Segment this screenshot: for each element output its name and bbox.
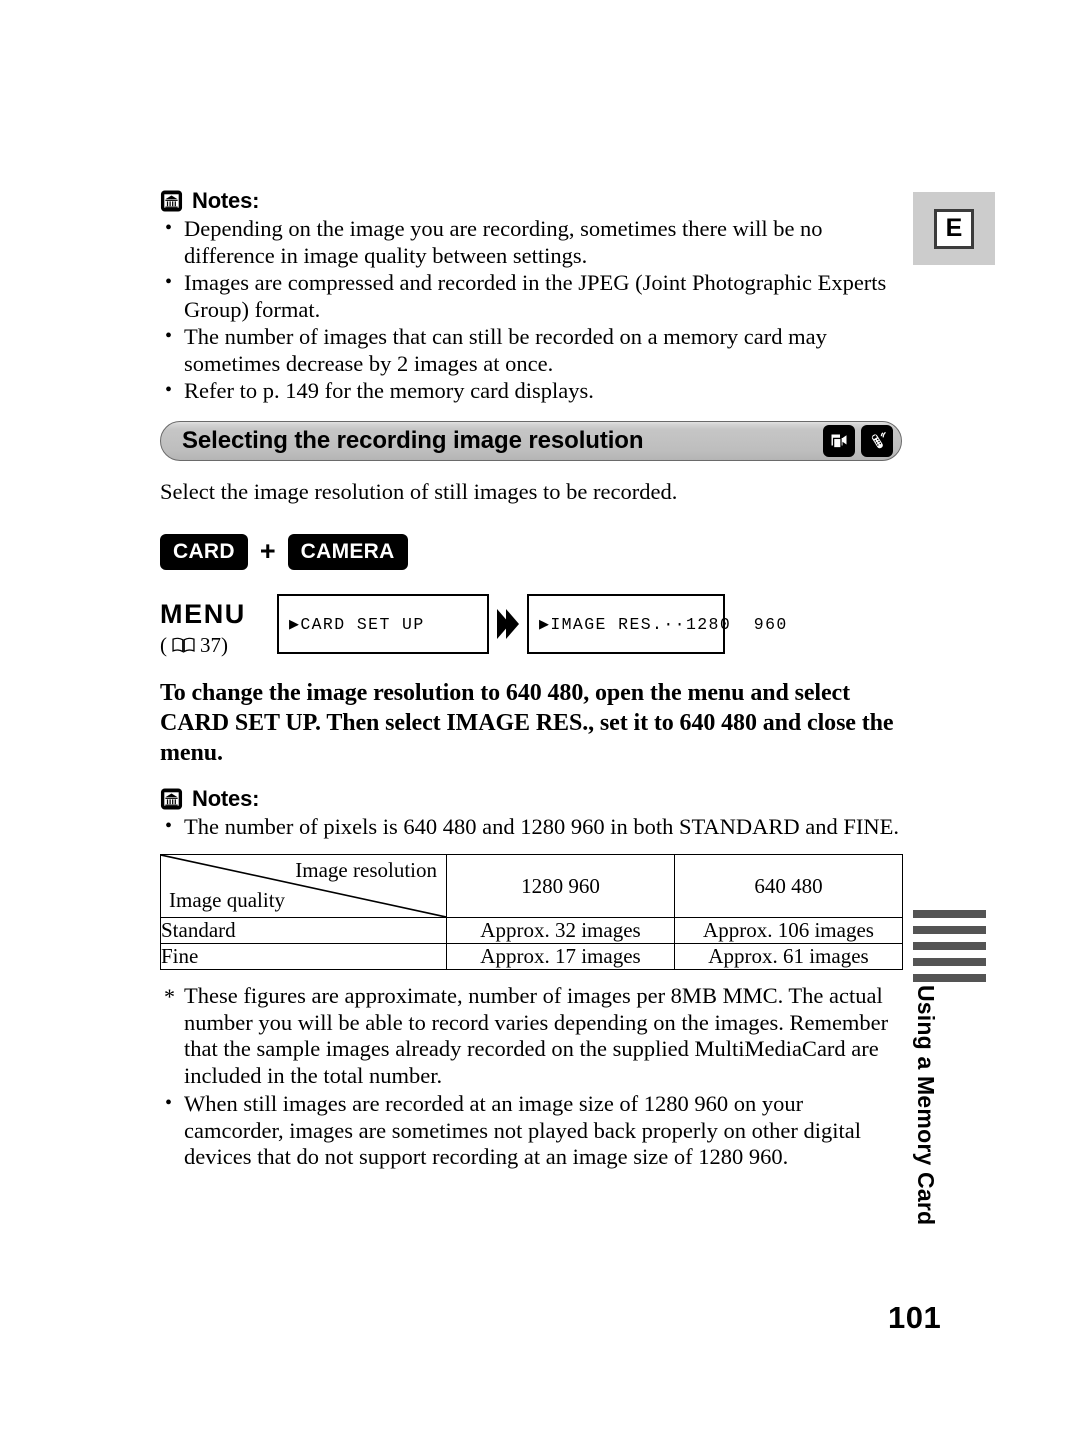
table-footnote: These figures are approximate, number of… [160, 983, 902, 1089]
camcorder-badge [823, 424, 855, 457]
menu-ref-open-paren: ( [160, 632, 167, 657]
page-content: Notes: Depending on the image you are re… [160, 188, 903, 1172]
mode-pill-camera: CAMERA [287, 533, 408, 570]
stripe-bar [913, 942, 986, 950]
mode-pill-card: CARD [160, 533, 248, 570]
list-item: Depending on the image you are recording… [160, 215, 902, 269]
image-capacity-table: Image resolution Image quality 1280 960 … [160, 854, 903, 970]
table-column-header: 640 480 [674, 854, 903, 918]
table-corner-quality-label: Image quality [169, 888, 286, 912]
stripe-bar [913, 958, 986, 966]
notes-list-bottom: The number of pixels is 640 480 and 1280… [160, 813, 902, 841]
notes-list-top: Depending on the image you are recording… [160, 215, 902, 405]
remote-control-badge [861, 424, 893, 457]
plus-sign: + [259, 536, 276, 566]
table-column-header: 1280 960 [446, 854, 675, 918]
menu-label: MENU [160, 598, 246, 629]
stripe-bar [913, 910, 986, 918]
list-item: Refer to p. 149 for the memory card disp… [160, 377, 902, 405]
stripe-bar [913, 926, 986, 934]
notes-heading-label: Notes: [192, 188, 260, 213]
language-tab: E [913, 192, 995, 265]
list-item: When still images are recorded at an ima… [160, 1090, 902, 1171]
lcd-screen-image-res: ▶IMAGE RES.··1280 960 [527, 593, 786, 654]
remote-control-icon [870, 431, 886, 449]
table-row: Fine Approx. 17 images Approx. 61 images [160, 943, 903, 970]
chapter-running-title: Using a Memory Card [913, 985, 939, 1226]
menu-step-arrow [489, 594, 527, 654]
table-corner-cell: Image resolution Image quality [160, 854, 447, 918]
notes-heading-top: Notes: [160, 188, 902, 214]
menu-label-column: MENU ( 37) [160, 594, 277, 656]
stripe-bar [913, 974, 986, 982]
double-chevron-right-icon [497, 608, 519, 639]
table-cell: Approx. 61 images [674, 943, 903, 970]
list-item: The number of images that can still be r… [160, 323, 902, 377]
page-number: 101 [888, 1300, 942, 1335]
list-item: The number of pixels is 640 480 and 1280… [160, 813, 902, 841]
notes-heading-bottom: Notes: [160, 786, 902, 812]
note-book-icon [160, 190, 183, 212]
menu-page-reference: ( 37) [160, 632, 277, 657]
list-item: Images are compressed and recorded in th… [160, 269, 902, 323]
instruction-paragraph: To change the image resolution to 640 48… [160, 679, 894, 766]
table-cell: Approx. 32 images [446, 917, 675, 944]
language-tab-label: E [934, 208, 974, 249]
table-row-label: Fine [160, 943, 447, 970]
note-book-icon [160, 787, 183, 810]
chapter-stripe-marker [913, 910, 986, 990]
notes-heading-label: Notes: [192, 785, 260, 811]
notes-list-tail: When still images are recorded at an ima… [160, 1090, 902, 1171]
section-badges [823, 424, 893, 457]
table-cell: Approx. 17 images [446, 943, 675, 970]
mode-indicator-row: CARD + CAMERA [160, 533, 902, 570]
table-row: Standard Approx. 32 images Approx. 106 i… [160, 917, 903, 944]
menu-path-row: MENU ( 37) ▶CARD SET UP ▶IMAGE RES.··128… [160, 593, 902, 656]
table-header-row: Image resolution Image quality 1280 960 … [160, 854, 903, 918]
open-book-icon [172, 637, 195, 653]
table-row-label: Standard [160, 917, 447, 944]
section-header-bar: Selecting the recording image resolution [160, 420, 902, 461]
section-title: Selecting the recording image resolution [182, 426, 644, 454]
lcd-screen-card-set-up: ▶CARD SET UP [277, 593, 489, 654]
menu-ref-page: 37) [200, 632, 228, 657]
camcorder-icon [831, 434, 847, 448]
section-intro: Select the image resolution of still ima… [160, 478, 678, 504]
table-cell: Approx. 106 images [674, 917, 903, 944]
table-corner-resolution-label: Image resolution [295, 858, 437, 882]
